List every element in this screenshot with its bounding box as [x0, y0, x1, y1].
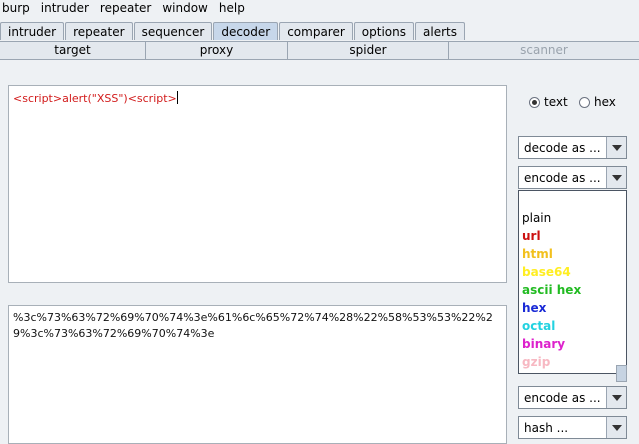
tab-target[interactable]: target — [0, 42, 146, 60]
tool-tabs: intruder repeater sequencer decoder comp… — [0, 22, 466, 41]
hidden-combo-edge — [616, 365, 627, 382]
dropdown-item-encode-as[interactable]: encode as ... — [519, 191, 626, 209]
tab-repeater[interactable]: repeater — [65, 22, 133, 40]
encode-as-dropdown: encode as ... plain url html base64 asci… — [518, 190, 627, 374]
tab-intruder[interactable]: intruder — [0, 22, 65, 40]
format-hex-radio[interactable]: hex — [579, 95, 616, 109]
menu-bar: burp intruder repeater window help — [0, 0, 639, 16]
radio-selected-icon[interactable] — [529, 96, 540, 108]
encode-as-select[interactable]: encode as ... — [518, 166, 627, 189]
decoder-output-area[interactable]: %3c%73%63%72%69%70%74%3e%61%6c%65%72%74%… — [8, 305, 507, 444]
chevron-down-icon[interactable] — [606, 417, 626, 438]
dropdown-item-plain[interactable]: plain — [519, 209, 626, 227]
tab-scanner[interactable]: scanner — [449, 42, 639, 60]
decode-as-select[interactable]: decode as ... — [518, 136, 627, 159]
chevron-down-icon[interactable] — [606, 137, 626, 158]
menu-burp[interactable]: burp — [0, 0, 30, 16]
decoder-output-text: %3c%73%63%72%69%70%74%3e%61%6c%65%72%74%… — [13, 311, 493, 340]
menu-repeater[interactable]: repeater — [98, 0, 151, 16]
hash-select[interactable]: hash ... — [518, 416, 627, 439]
decode-as-label: decode as ... — [524, 140, 601, 155]
tab-comparer[interactable]: comparer — [279, 22, 353, 40]
encode-as-label: encode as ... — [524, 170, 601, 185]
chevron-down-icon[interactable] — [606, 167, 626, 188]
dropdown-item-hex[interactable]: hex — [519, 299, 626, 317]
tab-options[interactable]: options — [353, 22, 414, 40]
dropdown-item-url[interactable]: url — [519, 227, 626, 245]
radio-unselected-icon[interactable] — [579, 96, 590, 108]
menu-help[interactable]: help — [217, 0, 245, 16]
format-text-label: text — [544, 95, 568, 109]
text-caret — [176, 91, 178, 104]
dropdown-item-binary[interactable]: binary — [519, 335, 626, 353]
decoder-input-area[interactable]: <script>alert("XSS")<script> — [8, 85, 507, 283]
encode-as-output-label: encode as ... — [524, 390, 601, 405]
tab-sequencer[interactable]: sequencer — [133, 22, 213, 40]
decoder-input-text: <script>alert("XSS")<script> — [13, 92, 177, 105]
hash-label: hash ... — [524, 420, 569, 435]
format-hex-label: hex — [594, 95, 616, 109]
tab-decoder[interactable]: decoder — [213, 22, 279, 40]
tool-tabs-row2: target proxy spider scanner — [0, 41, 639, 60]
tab-spider[interactable]: spider — [288, 42, 449, 60]
dropdown-item-html[interactable]: html — [519, 245, 626, 263]
menu-window[interactable]: window — [160, 0, 208, 16]
tab-alerts[interactable]: alerts — [415, 22, 465, 40]
chevron-down-icon[interactable] — [606, 387, 626, 408]
dropdown-item-ascii-hex[interactable]: ascii hex — [519, 281, 626, 299]
tab-proxy[interactable]: proxy — [146, 42, 288, 60]
menu-intruder[interactable]: intruder — [39, 0, 89, 16]
encode-as-select-output[interactable]: encode as ... — [518, 386, 627, 409]
dropdown-item-gzip[interactable]: gzip — [519, 353, 626, 371]
dropdown-item-octal[interactable]: octal — [519, 317, 626, 335]
format-text-radio[interactable]: text — [529, 95, 568, 109]
dropdown-item-base64[interactable]: base64 — [519, 263, 626, 281]
